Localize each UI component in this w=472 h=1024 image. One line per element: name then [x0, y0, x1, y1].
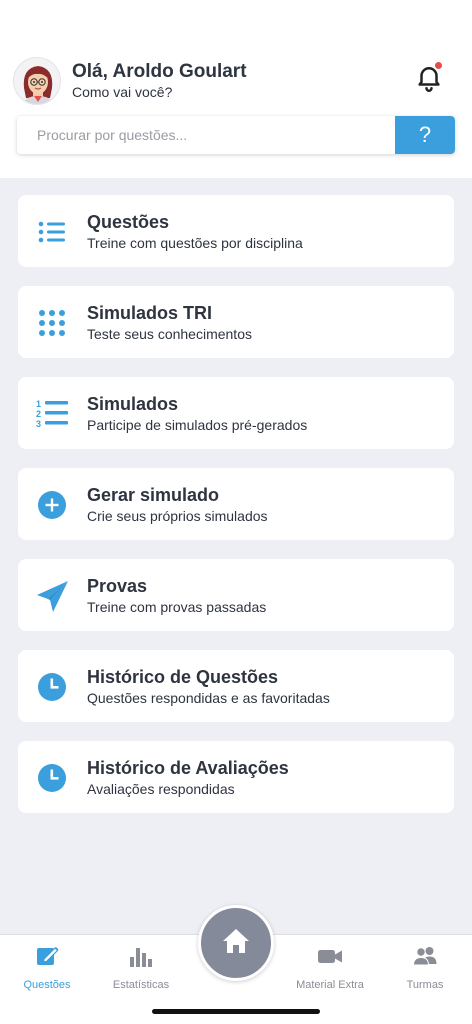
tab-turmas[interactable]: Turmas [378, 941, 472, 997]
svg-text:2: 2 [36, 409, 41, 419]
plus-circle-icon [36, 488, 70, 522]
avatar-illustration [22, 66, 54, 104]
subgreeting: Como vai você? [72, 84, 173, 100]
help-button[interactable]: ? [395, 116, 455, 154]
grid-dots-icon [36, 306, 70, 340]
people-icon [412, 943, 438, 969]
menu-item-title: Gerar simulado [87, 485, 220, 505]
menu-item-title: Simulados TRI [87, 303, 213, 323]
app-screen: Olá, Aroldo Goulart Como vai você? ? [0, 0, 472, 1024]
greeting: Olá, Aroldo Goulart [72, 61, 247, 82]
header: Olá, Aroldo Goulart Como vai você? ? [0, 0, 472, 178]
tab-label: Questões [23, 979, 71, 991]
tab-material-extra[interactable]: Material Extra [283, 941, 377, 997]
tab-estatisticas[interactable]: Estatísticas [94, 941, 188, 997]
menu-item-title: Histórico de Avaliações [87, 758, 289, 778]
menu-item-historico-avaliacoes[interactable]: Histórico de Avaliações Avaliações respo… [18, 741, 454, 813]
menu-item-simulados[interactable]: 1 2 3 Simulados Participe de simulados p… [18, 377, 454, 449]
menu-item-subtitle: Treine com provas passadas [87, 599, 267, 615]
tab-label: Estatísticas [112, 979, 170, 991]
menu-item-provas[interactable]: Provas Treine com provas passadas [18, 559, 454, 631]
menu-list: Questões Treine com questões por discipl… [18, 195, 454, 832]
edit-icon [34, 943, 60, 969]
menu-item-simulados-tri[interactable]: Simulados TRI Teste seus conhecimentos [18, 286, 454, 358]
clock-icon [36, 761, 70, 795]
search-bar: ? [17, 116, 455, 154]
tab-label: Material Extra [296, 979, 364, 991]
search-input[interactable] [17, 116, 395, 154]
menu-item-title: Histórico de Questões [87, 667, 279, 687]
svg-text:3: 3 [36, 419, 41, 429]
home-icon [221, 926, 251, 961]
home-indicator [152, 1009, 320, 1014]
menu-item-subtitle: Participe de simulados pré-gerados [87, 417, 308, 433]
menu-item-title: Simulados [87, 394, 179, 414]
menu-item-title: Provas [87, 576, 148, 596]
menu-item-questoes[interactable]: Questões Treine com questões por discipl… [18, 195, 454, 267]
list-icon [36, 215, 70, 249]
video-camera-icon [317, 943, 343, 969]
home-button[interactable] [198, 905, 274, 981]
menu-item-historico-questoes[interactable]: Histórico de Questões Questões respondid… [18, 650, 454, 722]
svg-text:1: 1 [36, 399, 41, 409]
tab-questoes[interactable]: Questões [0, 941, 94, 997]
avatar[interactable] [13, 57, 61, 105]
menu-item-subtitle: Crie seus próprios simulados [87, 508, 268, 524]
clock-icon [36, 670, 70, 704]
menu-item-gerar-simulado[interactable]: Gerar simulado Crie seus próprios simula… [18, 468, 454, 540]
bar-chart-icon [128, 943, 154, 969]
menu-item-subtitle: Teste seus conhecimentos [87, 326, 252, 342]
menu-item-subtitle: Questões respondidas e as favoritadas [87, 690, 330, 706]
menu-item-subtitle: Avaliações respondidas [87, 781, 235, 797]
menu-item-subtitle: Treine com questões por disciplina [87, 235, 303, 251]
numbered-list-icon: 1 2 3 [36, 397, 70, 431]
notification-dot [435, 62, 442, 69]
paper-plane-icon [36, 579, 70, 613]
tab-label: Turmas [406, 979, 444, 991]
menu-item-title: Questões [87, 212, 170, 232]
